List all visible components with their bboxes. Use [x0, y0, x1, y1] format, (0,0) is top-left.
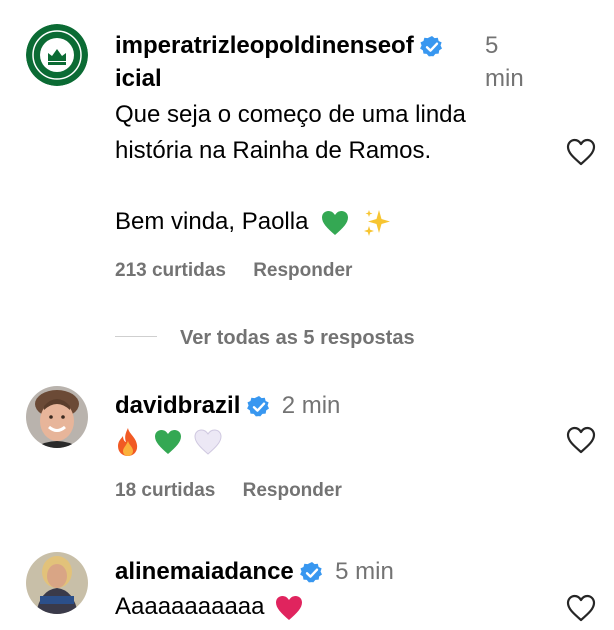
username[interactable]: davidbrazil 2 min [115, 390, 340, 422]
green-heart-icon [154, 429, 181, 454]
avatar[interactable] [26, 386, 88, 448]
username[interactable]: alinemaiadance 5 min [115, 556, 394, 588]
sparkles-icon [363, 209, 390, 236]
comment-text-line: Bem vinda, Paolla [115, 205, 398, 239]
fire-icon [118, 427, 138, 456]
comment-meta: 18 curtidas Responder [115, 478, 364, 504]
comment-text-line: Aaaaaaaaaaa [115, 590, 309, 624]
like-heart-icon[interactable] [566, 426, 596, 454]
avatar[interactable] [26, 24, 88, 86]
avatar[interactable] [26, 552, 88, 614]
verified-badge-icon [300, 561, 323, 583]
comment-text-line: Que seja o começo de uma linda [115, 101, 466, 128]
like-heart-icon[interactable] [566, 594, 596, 622]
replies-divider [115, 336, 157, 337]
reply-button[interactable]: Responder [243, 480, 342, 501]
comment-time-unit: min [485, 65, 524, 92]
view-replies-button[interactable]: Ver todas as 5 respostas [180, 324, 415, 352]
heart-icon [276, 595, 303, 620]
like-count[interactable]: 18 curtidas [115, 480, 215, 501]
comment-emojis [115, 424, 228, 458]
username[interactable]: imperatrizleopoldinenseof [115, 30, 444, 62]
like-heart-icon[interactable] [566, 138, 596, 166]
comment-time: 5 min [335, 558, 394, 585]
comment-text: Aaaaaaaaaaa [115, 593, 265, 620]
green-heart-icon [322, 210, 349, 235]
comment-text-line: história na Rainha de Ramos. [115, 137, 432, 164]
reply-button[interactable]: Responder [253, 260, 352, 281]
username-continued[interactable]: icial [115, 63, 162, 95]
like-count[interactable]: 213 curtidas [115, 260, 226, 281]
comment-text-signoff: Bem vinda, Paolla [115, 208, 309, 235]
white-heart-icon [194, 429, 222, 455]
verified-badge-icon [247, 395, 270, 417]
comment-time: 5 [485, 32, 499, 59]
comment-time: 2 min [281, 392, 341, 419]
verified-badge-icon [420, 35, 443, 57]
comment-meta: 213 curtidas Responder [115, 258, 374, 284]
